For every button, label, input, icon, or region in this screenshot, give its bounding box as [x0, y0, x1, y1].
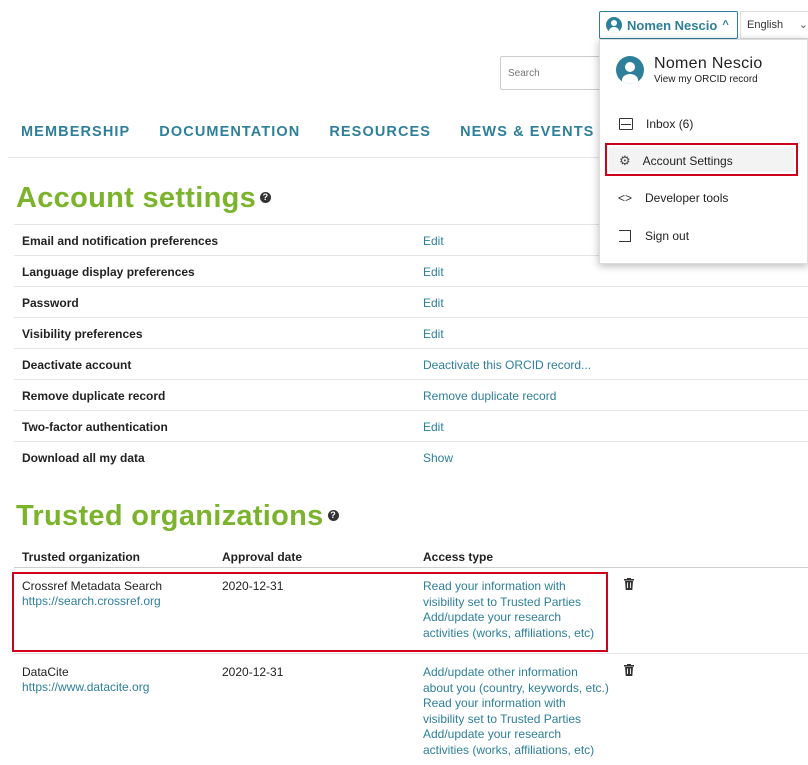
- edit-password-link[interactable]: Edit: [423, 296, 444, 310]
- account-settings-heading: Account settings?: [16, 182, 272, 215]
- settings-row: Two-factor authentication Edit: [14, 410, 808, 441]
- menu-item-label: Sign out: [645, 229, 690, 243]
- settings-row: Download all my data Show: [14, 441, 808, 472]
- menu-item-label: Account Settings: [642, 154, 733, 168]
- menu-item-label: Inbox (6): [646, 117, 694, 131]
- settings-row: Remove duplicate record Remove duplicate…: [14, 379, 808, 410]
- edit-email-link[interactable]: Edit: [423, 234, 444, 248]
- highlight-box: [12, 572, 608, 652]
- edit-visibility-link[interactable]: Edit: [423, 327, 444, 341]
- sign-out-icon-wrap: [617, 228, 633, 244]
- access-line: Add/update other information: [423, 665, 578, 679]
- settings-row: Visibility preferences Edit: [14, 317, 808, 348]
- access-line: visibility set to Trusted Parties: [423, 711, 582, 726]
- header-access-type: Access type: [423, 550, 494, 564]
- language-select[interactable]: English ⌄: [740, 11, 808, 39]
- settings-row-label: Email and notification preferences: [22, 234, 219, 248]
- show-download-link[interactable]: Show: [423, 451, 453, 465]
- access-line: about you (country, keywords, etc.): [423, 680, 609, 695]
- nav-news-events[interactable]: NEWS & EVENTS: [460, 124, 594, 140]
- chevron-down-icon: ⌄: [798, 19, 808, 31]
- user-name: Nomen Nescio: [627, 17, 718, 33]
- access-line: activities (works, affiliations, etc): [423, 742, 595, 757]
- trash-icon[interactable]: [624, 578, 634, 590]
- access-line: Read your information with: [423, 696, 566, 710]
- header-approval-date: Approval date: [222, 550, 303, 564]
- search-input[interactable]: [500, 56, 610, 90]
- access-line: Add/update your research: [423, 727, 562, 741]
- trusted-orgs-heading: Trusted organizations?: [16, 500, 339, 533]
- help-icon[interactable]: ?: [327, 509, 339, 521]
- menu-item-label: Developer tools: [645, 191, 729, 205]
- help-icon[interactable]: ?: [260, 191, 272, 203]
- settings-row-label: Password: [22, 296, 79, 310]
- settings-row: Deactivate account Deactivate this ORCID…: [14, 348, 808, 379]
- dropdown-profile[interactable]: Nomen Nescio View my ORCID record: [616, 55, 763, 85]
- access-type-cell: Add/update other information about you (…: [423, 665, 609, 758]
- deactivate-record-link[interactable]: Deactivate this ORCID record...: [423, 358, 591, 372]
- menu-item-inbox[interactable]: Inbox (6): [618, 116, 693, 132]
- trusted-orgs-title: Trusted organizations: [16, 500, 324, 532]
- menu-item-sign-out[interactable]: Sign out: [617, 228, 689, 244]
- code-icon: <>: [617, 191, 632, 205]
- settings-row-label: Remove duplicate record: [22, 389, 166, 403]
- user-avatar-icon: [606, 17, 622, 33]
- approval-date: 2020-12-31: [222, 665, 284, 679]
- settings-row: Password Edit: [14, 286, 808, 317]
- nav-resources[interactable]: RESOURCES: [329, 124, 431, 140]
- account-settings-row: ⚙ Account Settings: [619, 153, 733, 169]
- edit-two-factor-link[interactable]: Edit: [423, 420, 444, 434]
- remove-duplicate-link[interactable]: Remove duplicate record: [423, 389, 556, 403]
- nav-documentation[interactable]: DOCUMENTATION: [159, 124, 300, 140]
- menu-item-account-settings[interactable]: ⚙ Account Settings: [605, 143, 798, 176]
- language-value: English: [747, 19, 784, 31]
- settings-row-label: Two-factor authentication: [22, 420, 168, 434]
- gear-icon: ⚙: [619, 153, 631, 168]
- dropdown-user-name: Nomen Nescio: [654, 55, 763, 72]
- account-settings-title: Account settings: [16, 182, 257, 214]
- org-url-link[interactable]: https://www.datacite.org: [22, 680, 149, 695]
- avatar-icon: [616, 56, 644, 84]
- table-row: DataCite https://www.datacite.org 2020-1…: [14, 654, 808, 765]
- chevron-up-icon: ^: [722, 19, 729, 31]
- settings-row-label: Language display preferences: [22, 265, 195, 279]
- user-menu-button[interactable]: Nomen Nescio ^: [599, 11, 738, 39]
- table-header: Trusted organization Approval date Acces…: [14, 544, 808, 568]
- org-name: DataCite: [22, 665, 69, 679]
- view-record-link[interactable]: View my ORCID record: [654, 74, 763, 85]
- trash-icon[interactable]: [624, 664, 634, 676]
- settings-row-label: Deactivate account: [22, 358, 132, 372]
- sign-out-icon: [619, 230, 631, 242]
- header-organization: Trusted organization: [22, 550, 141, 564]
- inbox-icon: [619, 118, 633, 130]
- settings-row-label: Download all my data: [22, 451, 145, 465]
- menu-item-developer-tools[interactable]: <> Developer tools: [617, 190, 728, 206]
- edit-language-link[interactable]: Edit: [423, 265, 444, 279]
- main-nav: MEMBERSHIP DOCUMENTATION RESOURCES NEWS …: [21, 124, 594, 140]
- nav-membership[interactable]: MEMBERSHIP: [21, 124, 130, 140]
- dropdown-profile-text: Nomen Nescio View my ORCID record: [654, 55, 763, 85]
- inbox-icon-wrap: [618, 116, 634, 132]
- org-cell: DataCite https://www.datacite.org: [22, 665, 149, 695]
- settings-row-label: Visibility preferences: [22, 327, 143, 341]
